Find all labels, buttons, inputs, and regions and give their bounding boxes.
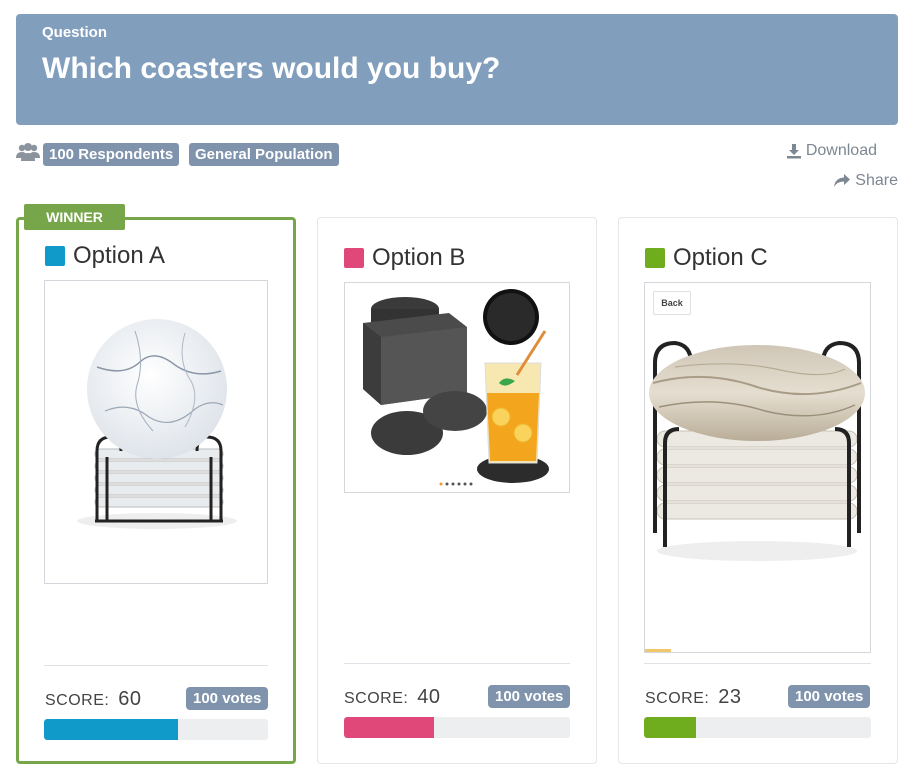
download-icon (786, 144, 801, 159)
marble-coasters-image (77, 319, 237, 529)
share-label: Share (855, 172, 898, 189)
score-bar-fill (344, 717, 435, 738)
score-label-c: SCORE: 23 (645, 686, 742, 709)
question-title: Which coasters would you buy? (42, 52, 501, 85)
felt-coasters-image (363, 289, 549, 486)
score-bar-c (644, 717, 871, 738)
population-badge: General Population (189, 143, 339, 166)
image-back-button[interactable]: Back (653, 291, 691, 315)
option-image-a[interactable] (44, 280, 268, 584)
card-divider (44, 665, 268, 666)
score-bar-b (344, 717, 570, 738)
question-banner: Question Which coasters would you buy? (16, 14, 898, 125)
score-bar-fill (44, 719, 179, 740)
option-title-b: Option B (344, 244, 465, 272)
score-bar-a (44, 719, 268, 740)
option-color-swatch (645, 248, 665, 268)
option-image-c[interactable]: Back (644, 282, 871, 653)
card-divider (344, 663, 570, 664)
share-link[interactable]: Share (833, 172, 898, 190)
votes-badge-c: 100 votes (788, 685, 871, 708)
score-text: SCORE: (344, 690, 409, 707)
score-label-b: SCORE: 40 (344, 686, 441, 709)
score-label-a: SCORE: 60 (45, 688, 142, 711)
option-image-b[interactable] (344, 282, 570, 493)
question-label: Question (42, 24, 108, 41)
score-text: SCORE: (45, 692, 110, 709)
download-link[interactable]: Download (786, 142, 877, 160)
option-name: Option C (673, 244, 768, 271)
share-icon (834, 174, 851, 187)
option-title-c: Option C (645, 244, 768, 272)
stone-coasters-image (645, 340, 865, 652)
score-text: SCORE: (645, 690, 710, 707)
respondents-badge: 100 Respondents (43, 143, 180, 166)
votes-badge-a: 100 votes (186, 687, 269, 710)
winner-tag: WINNER (24, 204, 125, 230)
score-bar-fill (644, 717, 697, 738)
option-color-swatch (45, 246, 65, 266)
option-color-swatch (344, 248, 364, 268)
votes-badge-b: 100 votes (488, 685, 571, 708)
option-title-a: Option A (45, 242, 165, 270)
score-value: 60 (118, 688, 142, 710)
card-divider (644, 663, 871, 664)
users-icon (16, 143, 40, 161)
score-value: 23 (718, 686, 742, 708)
option-name: Option A (73, 242, 166, 269)
download-label: Download (805, 142, 877, 159)
option-name: Option B (372, 244, 466, 271)
score-value: 40 (417, 686, 441, 708)
